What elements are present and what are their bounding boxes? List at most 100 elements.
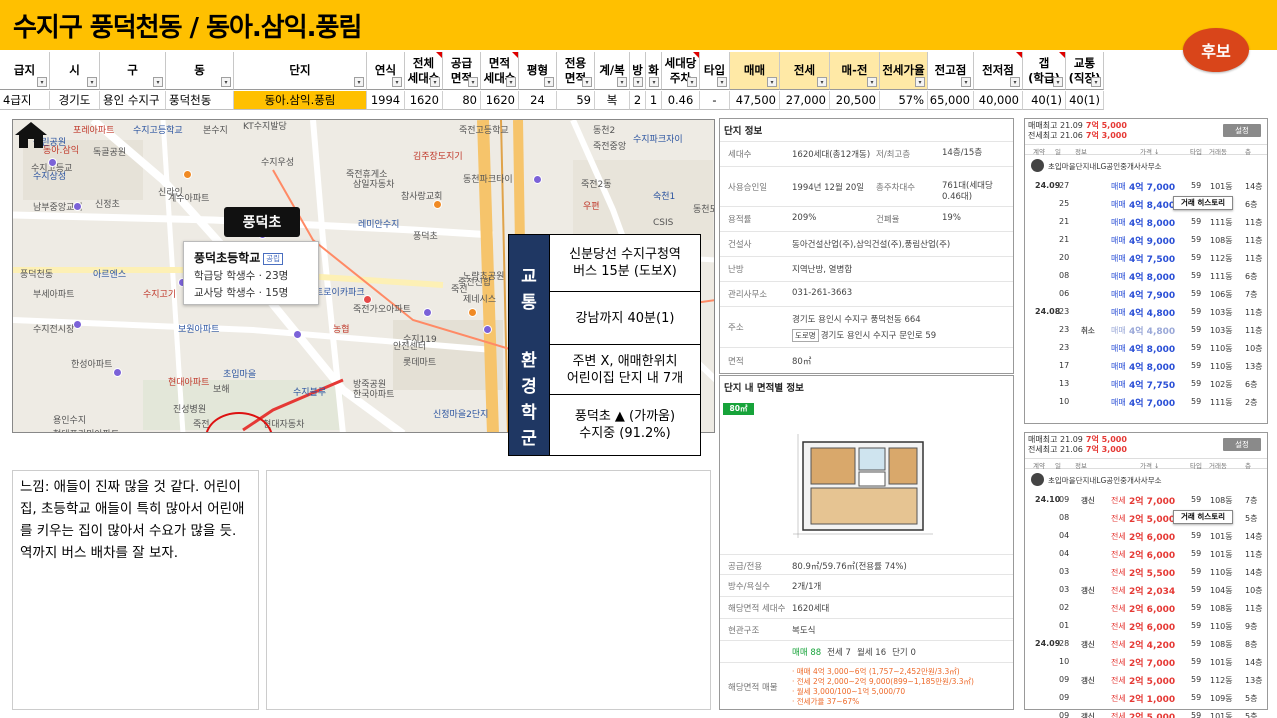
- sheet-header-cell[interactable]: 동 ▾: [166, 52, 234, 90]
- trade-row[interactable]: 03 전세 2억 5,500 59 110동 14층: [1025, 563, 1267, 581]
- sheet-data-cell[interactable]: 용인 수지구: [100, 91, 166, 110]
- map-poi-marker-icon[interactable]: [468, 308, 477, 317]
- sheet-header-cell[interactable]: 시 ▾: [50, 52, 100, 90]
- agent-row[interactable]: 초입마을단지내LG공인중개사사무소: [1031, 158, 1261, 174]
- filter-dropdown-icon[interactable]: ▾: [354, 77, 364, 87]
- column-header[interactable]: 계약: [1033, 460, 1045, 470]
- filter-dropdown-icon[interactable]: ▾: [153, 77, 163, 87]
- sheet-header-cell[interactable]: 타입 ▾: [700, 52, 730, 90]
- count-monthly[interactable]: 월세 16: [857, 648, 886, 658]
- filter-dropdown-icon[interactable]: ▾: [633, 77, 643, 87]
- trade-history-tooltip[interactable]: 거래 히스토리: [1173, 196, 1233, 210]
- sheet-header-cell[interactable]: 화 ▾: [646, 52, 662, 90]
- trade-row[interactable]: 23 매매 4억 8,000 59 110동 10층: [1025, 339, 1267, 357]
- trade-row[interactable]: 10 전세 2억 7,000 59 101동 14층: [1025, 653, 1267, 671]
- column-header[interactable]: 계약: [1033, 146, 1045, 156]
- filter-dropdown-icon[interactable]: ▾: [582, 77, 592, 87]
- trade-row[interactable]: 09 전세 2억 1,000 59 109동 5층: [1025, 689, 1267, 707]
- sheet-data-cell[interactable]: 1620: [405, 91, 443, 110]
- trade-row[interactable]: 10 매매 4억 7,000 59 111동 2층: [1025, 393, 1267, 411]
- trade-history-tooltip[interactable]: 거래 히스토리: [1173, 510, 1233, 524]
- sheet-header-cell[interactable]: 전저점 ▾: [974, 52, 1023, 90]
- sheet-data-cell[interactable]: 47,500: [730, 91, 780, 110]
- column-header[interactable]: 가격 ↓: [1140, 146, 1159, 156]
- trade-row[interactable]: 23 취소 매매 4억 4,800 59 103동 11층: [1025, 321, 1267, 339]
- sheet-data-cell[interactable]: 경기도: [50, 91, 100, 110]
- sheet-header-cell[interactable]: 전체 세대수 ▾: [405, 52, 443, 90]
- sheet-data-cell[interactable]: 1994: [367, 91, 405, 110]
- trade-row[interactable]: 24.09 28 갱신 전세 2억 4,200 59 108동 8층: [1025, 635, 1267, 653]
- filter-dropdown-icon[interactable]: ▾: [392, 77, 402, 87]
- sheet-data-cell[interactable]: 20,500: [830, 91, 880, 110]
- sheet-header-cell[interactable]: 구 ▾: [100, 52, 166, 90]
- sheet-header-cell[interactable]: 평형 ▾: [519, 52, 557, 90]
- filter-dropdown-icon[interactable]: ▾: [87, 77, 97, 87]
- sheet-data-cell[interactable]: 풍덕천동: [166, 91, 234, 110]
- filter-dropdown-icon[interactable]: ▾: [717, 77, 727, 87]
- area-tab-80[interactable]: 80㎡: [723, 403, 754, 415]
- filter-dropdown-icon[interactable]: ▾: [506, 77, 516, 87]
- trade-row[interactable]: 17 매매 4억 8,000 59 110동 13층: [1025, 357, 1267, 375]
- filter-dropdown-icon[interactable]: ▾: [817, 77, 827, 87]
- trade-row[interactable]: 20 매매 4억 7,500 59 112동 11층: [1025, 249, 1267, 267]
- count-jeonse[interactable]: 전세 7: [827, 648, 851, 658]
- filter-dropdown-icon[interactable]: ▾: [37, 77, 47, 87]
- trade-row[interactable]: 04 전세 2억 6,000 59 101동 14층: [1025, 527, 1267, 545]
- filter-dropdown-icon[interactable]: ▾: [221, 77, 231, 87]
- column-header[interactable]: 타입: [1190, 146, 1202, 156]
- trade-row[interactable]: 01 전세 2억 6,000 59 110동 9층: [1025, 617, 1267, 635]
- filter-dropdown-icon[interactable]: ▾: [1053, 77, 1063, 87]
- trade-row[interactable]: 21 매매 4억 8,000 59 111동 11층: [1025, 213, 1267, 231]
- sheet-header-cell[interactable]: 연식 ▾: [367, 52, 405, 90]
- sheet-data-cell[interactable]: 4급지: [0, 91, 50, 110]
- column-header[interactable]: 층: [1245, 146, 1251, 156]
- settings-button[interactable]: 설정: [1223, 124, 1261, 137]
- filter-dropdown-icon[interactable]: ▾: [1091, 77, 1101, 87]
- sheet-data-cell[interactable]: 40(1): [1023, 91, 1066, 110]
- settings-button[interactable]: 설정: [1223, 438, 1261, 451]
- filter-dropdown-icon[interactable]: ▾: [468, 77, 478, 87]
- column-header[interactable]: 정보: [1075, 146, 1087, 156]
- trade-row[interactable]: 24.08 23 매매 4억 4,800 59 103동 11층: [1025, 303, 1267, 321]
- column-header[interactable]: 일: [1055, 460, 1061, 470]
- column-header[interactable]: 일: [1055, 146, 1061, 156]
- agent-row[interactable]: 초입마을단지내LG공인중개사사무소: [1031, 472, 1261, 488]
- sheet-header-cell[interactable]: 세대당 주차 ▾: [662, 52, 700, 90]
- sheet-data-cell[interactable]: 40,000: [974, 91, 1023, 110]
- sheet-data-cell[interactable]: 40(1): [1066, 91, 1104, 110]
- sheet-data-cell[interactable]: 2: [630, 91, 646, 110]
- filter-dropdown-icon[interactable]: ▾: [767, 77, 777, 87]
- sheet-data-cell[interactable]: 80: [443, 91, 481, 110]
- map-poi-marker-icon[interactable]: [533, 175, 542, 184]
- map-poi-marker-icon[interactable]: [433, 200, 442, 209]
- sheet-data-cell[interactable]: 57%: [880, 91, 928, 110]
- count-sale[interactable]: 매매 88: [792, 648, 821, 658]
- sheet-data-cell[interactable]: -: [700, 91, 730, 110]
- count-short[interactable]: 단기 0: [892, 648, 916, 658]
- column-header[interactable]: 거래동: [1209, 146, 1227, 156]
- sheet-header-cell[interactable]: 매매 ▾: [730, 52, 780, 90]
- filter-dropdown-icon[interactable]: ▾: [961, 77, 971, 87]
- impression-note[interactable]: 느낌: 애들이 진짜 많을 것 같다. 어린이집, 초등학교 애들이 특히 많아…: [12, 470, 259, 710]
- sheet-header-cell[interactable]: 전세 ▾: [780, 52, 830, 90]
- filter-dropdown-icon[interactable]: ▾: [649, 77, 659, 87]
- filter-dropdown-icon[interactable]: ▾: [430, 77, 440, 87]
- trade-row[interactable]: 24.09 27 매매 4억 7,000 59 101동 14층: [1025, 177, 1267, 195]
- map-poi-marker-icon[interactable]: [73, 320, 82, 329]
- sheet-data-cell[interactable]: 27,000: [780, 91, 830, 110]
- sheet-header-cell[interactable]: 단지 ▾: [234, 52, 367, 90]
- column-header[interactable]: 가격 ↓: [1140, 460, 1159, 470]
- sheet-data-cell[interactable]: 24: [519, 91, 557, 110]
- filter-dropdown-icon[interactable]: ▾: [915, 77, 925, 87]
- trade-row[interactable]: 09 갱신 전세 2억 5,000 59 101동 5층: [1025, 707, 1267, 718]
- column-header[interactable]: 정보: [1075, 460, 1087, 470]
- trade-row[interactable]: 21 매매 4억 9,000 59 108동 11층: [1025, 231, 1267, 249]
- filter-dropdown-icon[interactable]: ▾: [1010, 77, 1020, 87]
- sheet-header-cell[interactable]: 매-전 ▾: [830, 52, 880, 90]
- map-poi-marker-icon[interactable]: [73, 202, 82, 211]
- map-poi-marker-icon[interactable]: [113, 368, 122, 377]
- trade-row[interactable]: 03 갱신 전세 2억 2,034 59 104동 10층: [1025, 581, 1267, 599]
- trade-row[interactable]: 24.10 09 갱신 전세 2억 7,000 59 108동 7층: [1025, 491, 1267, 509]
- filter-dropdown-icon[interactable]: ▾: [617, 77, 627, 87]
- trade-row[interactable]: 09 갱신 전세 2억 5,000 59 112동 13층: [1025, 671, 1267, 689]
